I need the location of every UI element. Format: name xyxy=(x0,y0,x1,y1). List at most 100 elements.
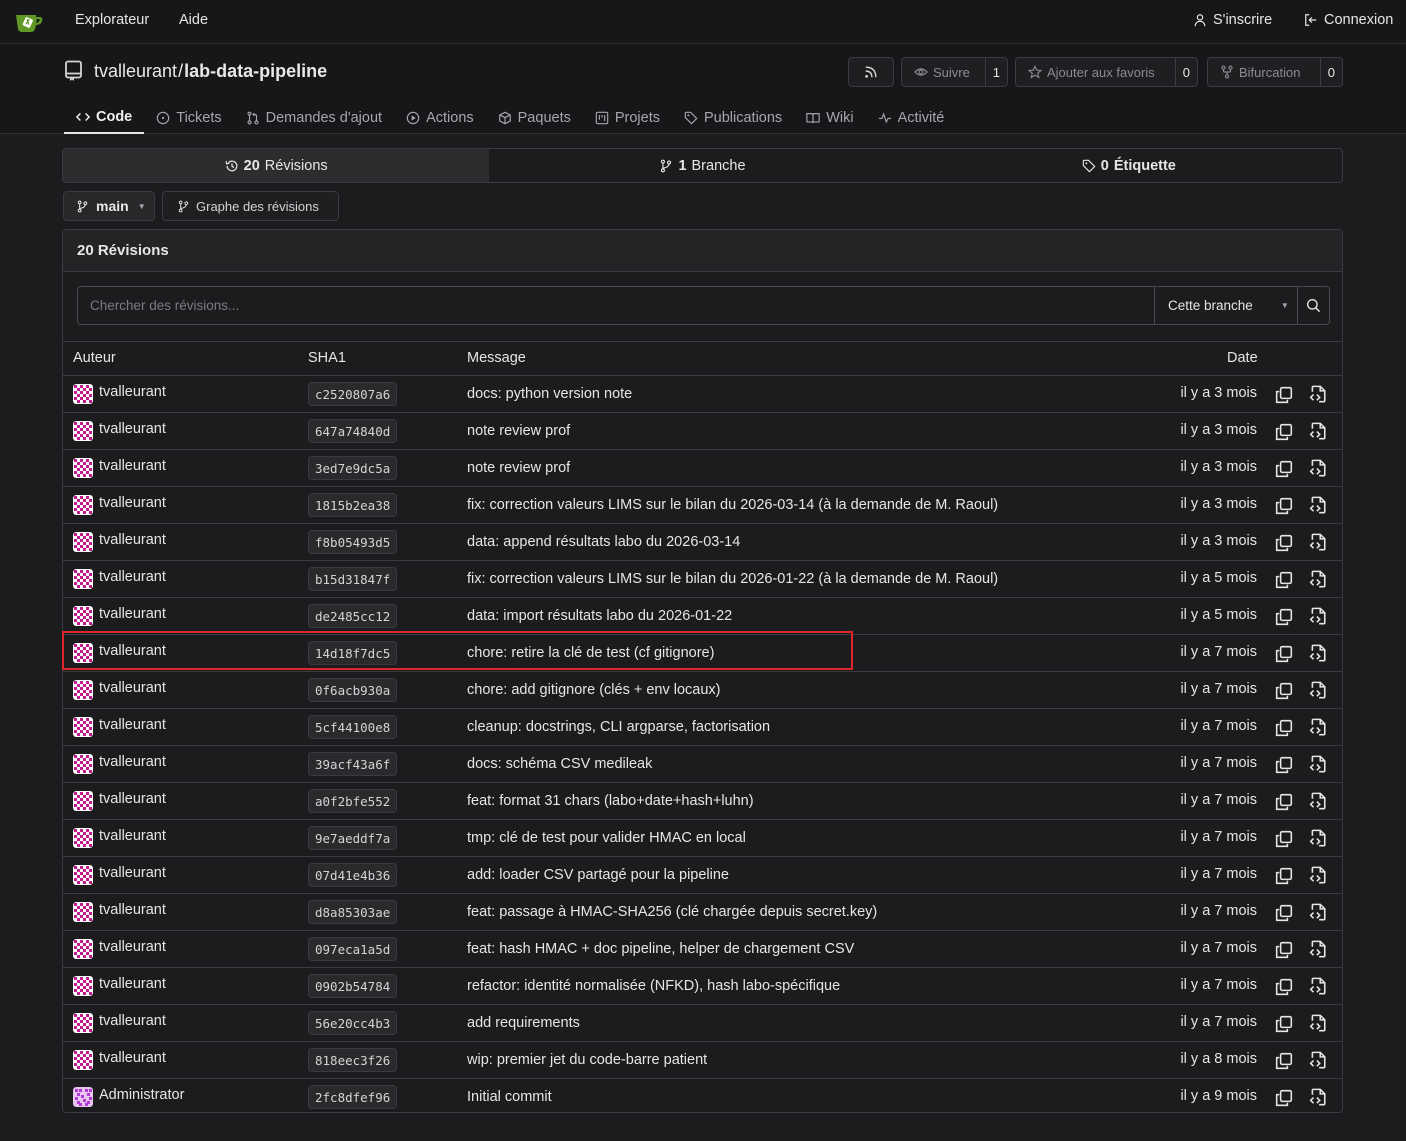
tags-stat[interactable]: 0 Étiquette xyxy=(916,149,1342,182)
commit-sha-link[interactable]: b15d31847f xyxy=(308,567,398,591)
browse-files-icon[interactable] xyxy=(1309,570,1327,588)
tab-code[interactable]: Code xyxy=(64,102,145,134)
browse-files-icon[interactable] xyxy=(1309,792,1327,810)
avatar[interactable] xyxy=(73,643,93,663)
tab-tickets[interactable]: Tickets xyxy=(144,102,233,134)
browse-files-icon[interactable] xyxy=(1309,1014,1327,1032)
copy-sha-icon[interactable] xyxy=(1275,1015,1293,1033)
commit-sha-link[interactable]: c2520807a6 xyxy=(308,382,398,406)
browse-files-icon[interactable] xyxy=(1309,496,1327,514)
browse-files-icon[interactable] xyxy=(1309,607,1327,625)
commit-sha-link[interactable]: f8b05493d5 xyxy=(308,530,398,554)
copy-sha-icon[interactable] xyxy=(1275,608,1293,626)
commit-sha-link[interactable]: 0902b54784 xyxy=(308,974,398,998)
commit-message[interactable]: wip: premier jet du code-barre patient xyxy=(467,1052,707,1068)
commit-sha-link[interactable]: 2fc8dfef96 xyxy=(308,1085,398,1109)
commit-author[interactable]: tvalleurant xyxy=(99,976,166,992)
browse-files-icon[interactable] xyxy=(1309,1051,1327,1069)
commit-message[interactable]: note review prof xyxy=(467,423,570,439)
commit-message[interactable]: tmp: clé de test pour valider HMAC en lo… xyxy=(467,830,746,846)
avatar[interactable] xyxy=(73,939,93,959)
rss-button[interactable] xyxy=(848,57,894,87)
avatar[interactable] xyxy=(73,1050,93,1070)
copy-sha-icon[interactable] xyxy=(1275,497,1293,515)
tab-activity[interactable]: Activité xyxy=(866,102,957,134)
commit-message[interactable]: data: append résultats labo du 2026-03-1… xyxy=(467,534,740,550)
tab-packages[interactable]: Paquets xyxy=(486,102,583,134)
commit-sha-link[interactable]: 07d41e4b36 xyxy=(308,863,398,887)
commit-message[interactable]: add: loader CSV partagé pour la pipeline xyxy=(467,867,729,883)
commit-author[interactable]: Administrator xyxy=(99,1087,184,1103)
avatar[interactable] xyxy=(73,828,93,848)
browse-files-icon[interactable] xyxy=(1309,903,1327,921)
commit-sha-link[interactable]: 56e20cc4b3 xyxy=(308,1011,398,1035)
commit-message[interactable]: feat: passage à HMAC-SHA256 (clé chargée… xyxy=(467,904,877,920)
browse-files-icon[interactable] xyxy=(1309,385,1327,403)
copy-sha-icon[interactable] xyxy=(1275,719,1293,737)
copy-sha-icon[interactable] xyxy=(1275,460,1293,478)
commit-author[interactable]: tvalleurant xyxy=(99,384,166,400)
copy-sha-icon[interactable] xyxy=(1275,1052,1293,1070)
commit-message[interactable]: fix: correction valeurs LIMS sur le bila… xyxy=(467,571,998,587)
copy-sha-icon[interactable] xyxy=(1275,423,1293,441)
commit-message[interactable]: chore: add gitignore (clés + env locaux) xyxy=(467,682,721,698)
copy-sha-icon[interactable] xyxy=(1275,941,1293,959)
commit-sha-link[interactable]: 818eec3f26 xyxy=(308,1048,398,1072)
commit-author[interactable]: tvalleurant xyxy=(99,643,166,659)
tab-projects[interactable]: Projets xyxy=(583,102,672,134)
commit-sha-link[interactable]: d8a85303ae xyxy=(308,900,398,924)
avatar[interactable] xyxy=(73,865,93,885)
avatar[interactable] xyxy=(73,791,93,811)
star-button[interactable]: Ajouter aux favoris 0 xyxy=(1015,57,1198,87)
watch-button[interactable]: Suivre 1 xyxy=(901,57,1008,87)
commit-sha-link[interactable]: 39acf43a6f xyxy=(308,752,398,776)
browse-files-icon[interactable] xyxy=(1309,1088,1327,1106)
register-link[interactable]: S'inscrire xyxy=(1193,12,1272,28)
copy-sha-icon[interactable] xyxy=(1275,386,1293,404)
commit-author[interactable]: tvalleurant xyxy=(99,828,166,844)
browse-files-icon[interactable] xyxy=(1309,644,1327,662)
avatar[interactable] xyxy=(73,606,93,626)
commit-author[interactable]: tvalleurant xyxy=(99,495,166,511)
commit-message[interactable]: cleanup: docstrings, CLI argparse, facto… xyxy=(467,719,770,735)
copy-sha-icon[interactable] xyxy=(1275,978,1293,996)
browse-files-icon[interactable] xyxy=(1309,533,1327,551)
browse-files-icon[interactable] xyxy=(1309,940,1327,958)
browse-files-icon[interactable] xyxy=(1309,829,1327,847)
revisions-stat[interactable]: 20 Révisions xyxy=(63,149,490,182)
commit-message[interactable]: docs: python version note xyxy=(467,386,632,402)
copy-sha-icon[interactable] xyxy=(1275,867,1293,885)
login-link[interactable]: Connexion xyxy=(1304,12,1393,28)
copy-sha-icon[interactable] xyxy=(1275,830,1293,848)
commit-sha-link[interactable]: de2485cc12 xyxy=(308,604,398,628)
browse-files-icon[interactable] xyxy=(1309,718,1327,736)
commit-sha-link[interactable]: 9e7aeddf7a xyxy=(308,826,398,850)
commit-graph-button[interactable]: Graphe des révisions xyxy=(162,191,339,221)
copy-sha-icon[interactable] xyxy=(1275,756,1293,774)
repo-owner-link[interactable]: tvalleurant xyxy=(94,61,177,81)
commit-author[interactable]: tvalleurant xyxy=(99,717,166,733)
commit-message[interactable]: chore: retire la clé de test (cf gitigno… xyxy=(467,645,714,661)
copy-sha-icon[interactable] xyxy=(1275,534,1293,552)
copy-sha-icon[interactable] xyxy=(1275,904,1293,922)
avatar[interactable] xyxy=(73,902,93,922)
avatar[interactable] xyxy=(73,384,93,404)
commit-message[interactable]: fix: correction valeurs LIMS sur le bila… xyxy=(467,497,998,513)
branch-selector[interactable]: main ▼ xyxy=(63,191,155,221)
commit-author[interactable]: tvalleurant xyxy=(99,902,166,918)
commit-author[interactable]: tvalleurant xyxy=(99,791,166,807)
commit-author[interactable]: tvalleurant xyxy=(99,606,166,622)
commit-author[interactable]: tvalleurant xyxy=(99,939,166,955)
copy-sha-icon[interactable] xyxy=(1275,571,1293,589)
search-scope-select[interactable]: Cette branche ▼ xyxy=(1154,287,1297,324)
commit-author[interactable]: tvalleurant xyxy=(99,1013,166,1029)
copy-sha-icon[interactable] xyxy=(1275,682,1293,700)
avatar[interactable] xyxy=(73,569,93,589)
avatar[interactable] xyxy=(73,754,93,774)
commit-sha-link[interactable]: 14d18f7dc5 xyxy=(308,641,398,665)
commit-message[interactable]: feat: format 31 chars (labo+date+hash+lu… xyxy=(467,793,754,809)
avatar[interactable] xyxy=(73,495,93,515)
commit-message[interactable]: feat: hash HMAC + doc pipeline, helper d… xyxy=(467,941,854,957)
avatar[interactable] xyxy=(73,1013,93,1033)
browse-files-icon[interactable] xyxy=(1309,681,1327,699)
